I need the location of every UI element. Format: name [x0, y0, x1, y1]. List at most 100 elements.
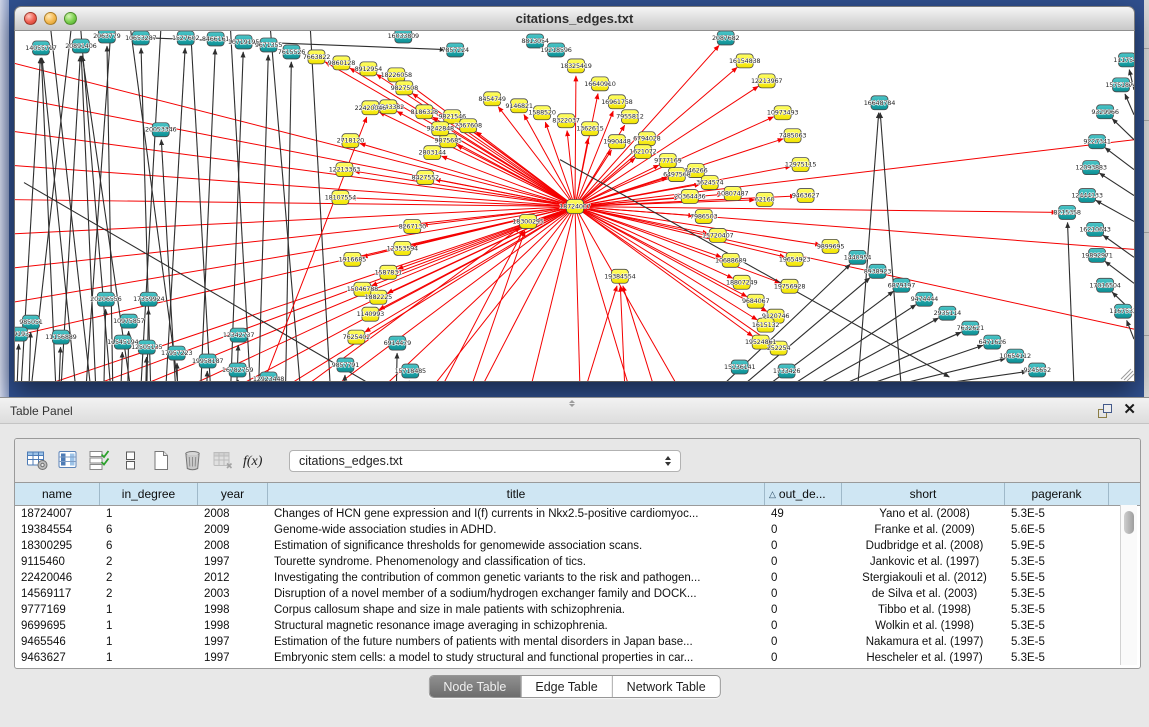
table-cell[interactable]: 5.3E-5	[1005, 650, 1109, 666]
table-row[interactable]: 1938455462009Genome-wide association stu…	[15, 522, 1140, 538]
column-header-out_de[interactable]: △out_de...	[765, 483, 842, 505]
table-cell[interactable]: 1997	[198, 650, 268, 666]
tab-network-table[interactable]: Network Table	[613, 676, 720, 697]
close-window-button[interactable]	[24, 12, 37, 25]
table-cell[interactable]: 5.3E-5	[1005, 506, 1109, 522]
table-cell[interactable]: 2012	[198, 570, 268, 586]
table-cell[interactable]: 1	[100, 634, 198, 650]
table-row[interactable]: 977716911998Corpus callosum shape and si…	[15, 602, 1140, 618]
table-cell[interactable]: 0	[765, 618, 842, 634]
table-cell[interactable]: 0	[765, 554, 842, 570]
table-cell[interactable]: 6	[100, 522, 198, 538]
table-cell[interactable]: 18724007	[15, 506, 100, 522]
vertical-scrollbar[interactable]	[1120, 505, 1137, 665]
table-cell[interactable]: 5.3E-5	[1005, 618, 1109, 634]
table-cell[interactable]: 2008	[198, 506, 268, 522]
table-cell[interactable]: Investigating the contribution of common…	[268, 570, 765, 586]
close-panel-icon[interactable]: ✕	[1123, 400, 1136, 418]
table-row[interactable]: 2242004622012Investigating the contribut…	[15, 570, 1140, 586]
table-cell[interactable]: Embryonic stem cells: a model to study s…	[268, 650, 765, 666]
table-row[interactable]: 1456911722003Disruption of a novel membe…	[15, 586, 1140, 602]
table-row[interactable]: 1830029562008Estimation of significance …	[15, 538, 1140, 554]
table-row[interactable]: 1872400712008Changes of HCN gene express…	[15, 506, 1140, 522]
table-cell[interactable]: 0	[765, 570, 842, 586]
table-row[interactable]: 969969511998Structural magnetic resonanc…	[15, 618, 1140, 634]
table-cell[interactable]: Tourette syndrome. Phenomenology and cla…	[268, 554, 765, 570]
table-cell[interactable]: 2	[100, 554, 198, 570]
table-cell[interactable]: 1	[100, 650, 198, 666]
select-columns-icon[interactable]	[54, 448, 82, 474]
table-cell[interactable]: 9463627	[15, 650, 100, 666]
table-cell[interactable]: 1	[100, 602, 198, 618]
table-cell[interactable]: Nakamura et al. (1997)	[842, 634, 1005, 650]
table-cell[interactable]: 1	[100, 506, 198, 522]
table-cell[interactable]: Genome-wide association studies in ADHD.	[268, 522, 765, 538]
table-cell[interactable]: 5.3E-5	[1005, 634, 1109, 650]
table-cell[interactable]: 5.3E-5	[1005, 554, 1109, 570]
table-cell[interactable]: 9699695	[15, 618, 100, 634]
table-cell[interactable]: 5.6E-5	[1005, 522, 1109, 538]
table-cell[interactable]: Structural magnetic resonance image aver…	[268, 618, 765, 634]
splitter-grip[interactable]	[567, 399, 577, 407]
table-cell[interactable]: Franke et al. (2009)	[842, 522, 1005, 538]
table-cell[interactable]: 0	[765, 650, 842, 666]
table-cell[interactable]: 2009	[198, 522, 268, 538]
new-table-icon[interactable]	[147, 448, 175, 474]
table-row[interactable]: 946554611997Estimation of the future num…	[15, 634, 1140, 650]
table-cell[interactable]: Estimation of significance thresholds fo…	[268, 538, 765, 554]
table-cell[interactable]: 2	[100, 586, 198, 602]
table-cell[interactable]: Corpus callosum shape and size in male p…	[268, 602, 765, 618]
table-settings-icon[interactable]	[23, 448, 51, 474]
table-cell[interactable]: 1997	[198, 554, 268, 570]
table-cell[interactable]: Disruption of a novel member of a sodium…	[268, 586, 765, 602]
table-cell[interactable]: 9115460	[15, 554, 100, 570]
window-titlebar[interactable]: citations_edges.txt	[14, 6, 1135, 31]
table-cell[interactable]: Stergiakouli et al. (2012)	[842, 570, 1005, 586]
table-row[interactable]: 911546021997Tourette syndrome. Phenomeno…	[15, 554, 1140, 570]
zoom-window-button[interactable]	[64, 12, 77, 25]
table-cell[interactable]: 9777169	[15, 602, 100, 618]
table-row[interactable]: 946362711997Embryonic stem cells: a mode…	[15, 650, 1140, 666]
column-header-pagerank[interactable]: pagerank	[1005, 483, 1109, 505]
table-cell[interactable]: 1997	[198, 634, 268, 650]
table-cell[interactable]: Yano et al. (2008)	[842, 506, 1005, 522]
table-cell[interactable]: 14569117	[15, 586, 100, 602]
table-cell[interactable]: Dudbridge et al. (2008)	[842, 538, 1005, 554]
table-cell[interactable]: 2	[100, 570, 198, 586]
table-cell[interactable]: 49	[765, 506, 842, 522]
table-cell[interactable]: 0	[765, 634, 842, 650]
table-cell[interactable]: 19384554	[15, 522, 100, 538]
function-builder-icon[interactable]: f(x)	[240, 448, 268, 474]
minimize-window-button[interactable]	[44, 12, 57, 25]
graph-svg[interactable]: 1405571720891406206377910653287152760284…	[15, 31, 1134, 381]
network-canvas[interactable]: 1405571720891406206377910653287152760284…	[14, 31, 1135, 382]
table-cell[interactable]: 5.9E-5	[1005, 538, 1109, 554]
table-cell[interactable]: 0	[765, 538, 842, 554]
table-cell[interactable]: 0	[765, 602, 842, 618]
column-header-name[interactable]: name	[15, 483, 100, 505]
table-cell[interactable]: 9465546	[15, 634, 100, 650]
table-cell[interactable]: 6	[100, 538, 198, 554]
float-panel-icon[interactable]	[1097, 403, 1113, 419]
table-cell[interactable]: Hescheler et al. (1997)	[842, 650, 1005, 666]
table-cell[interactable]: Jankovic et al. (1997)	[842, 554, 1005, 570]
scrollbar-thumb[interactable]	[1124, 511, 1134, 534]
table-cell[interactable]: 22420046	[15, 570, 100, 586]
merge-tables-icon[interactable]	[116, 448, 144, 474]
table-cell[interactable]: de Silva et al. (2003)	[842, 586, 1005, 602]
tab-node-table[interactable]: Node Table	[429, 676, 521, 697]
select-rows-icon[interactable]	[85, 448, 113, 474]
table-cell[interactable]: 5.3E-5	[1005, 602, 1109, 618]
table-cell[interactable]: 0	[765, 522, 842, 538]
table-cell[interactable]: 18300295	[15, 538, 100, 554]
table-cell[interactable]: Tibbo et al. (1998)	[842, 602, 1005, 618]
table-cell[interactable]: 1998	[198, 602, 268, 618]
table-cell[interactable]: 5.5E-5	[1005, 570, 1109, 586]
table-cell[interactable]: Wolkin et al. (1998)	[842, 618, 1005, 634]
table-select-dropdown[interactable]: citations_edges.txt	[289, 450, 681, 472]
table-cell[interactable]: Changes of HCN gene expression and I(f) …	[268, 506, 765, 522]
table-cell[interactable]: 5.3E-5	[1005, 586, 1109, 602]
table-cell[interactable]: Estimation of the future numbers of pati…	[268, 634, 765, 650]
delete-table-icon[interactable]	[178, 448, 206, 474]
table-cell[interactable]: 2003	[198, 586, 268, 602]
